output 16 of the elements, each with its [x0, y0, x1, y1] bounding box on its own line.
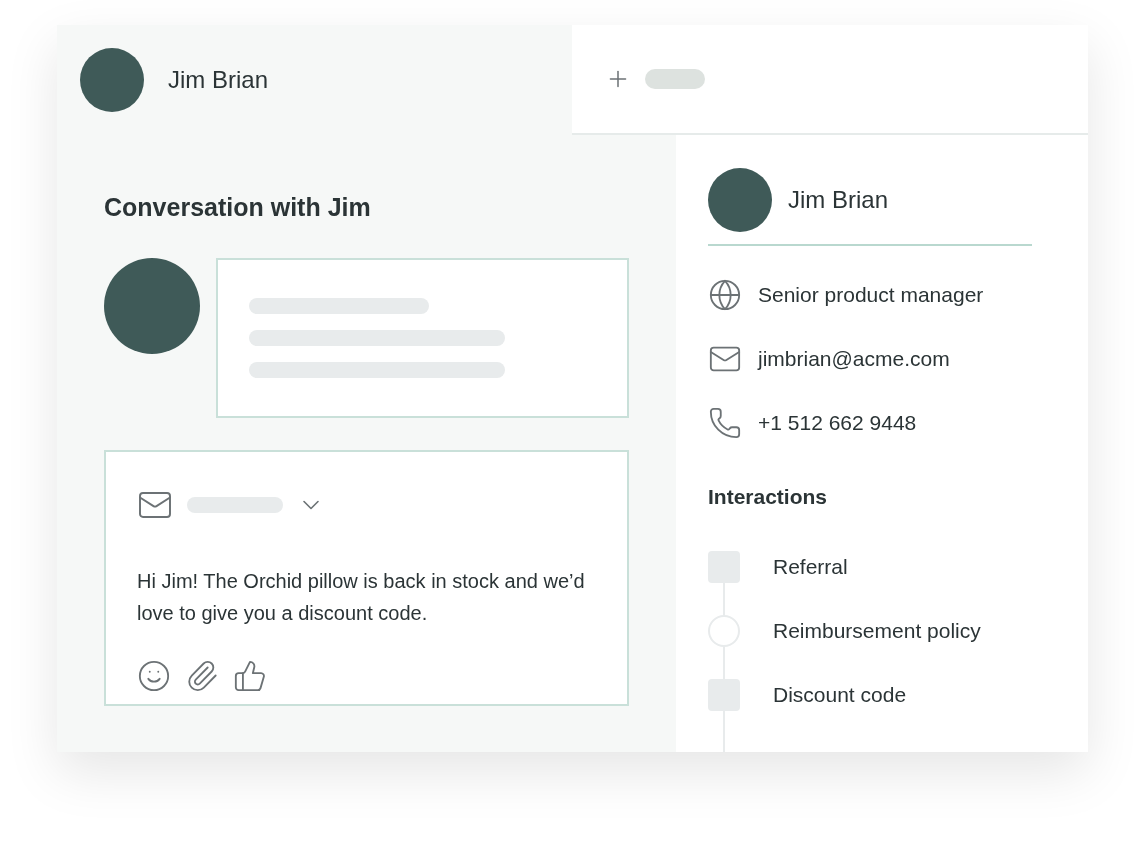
- conversation-title: Conversation with Jim: [104, 193, 372, 222]
- paperclip-icon[interactable]: [185, 659, 219, 693]
- interaction-label[interactable]: Referral: [773, 555, 848, 579]
- contact-detail: Senior product manager: [758, 283, 984, 307]
- thumbs-up-icon[interactable]: [233, 659, 267, 693]
- interactions-title: Interactions: [708, 485, 829, 509]
- contact-detail: +1 512 662 9448: [758, 411, 917, 435]
- interaction-label[interactable]: Discount code: [773, 683, 907, 707]
- interaction-label[interactable]: Reimbursement policy: [773, 619, 981, 643]
- contact-detail: jimbrian@acme.com: [758, 347, 950, 371]
- contact-name: Jim Brian: [168, 66, 269, 94]
- contact-name: Jim Brian: [788, 186, 889, 214]
- globe-icon: [708, 278, 742, 312]
- phone-icon: [708, 406, 742, 440]
- smiley-icon[interactable]: [137, 659, 171, 693]
- message-text: Hi Jim! The Orchid pillow is back in stock and we’d love to give you a discount code.: [137, 569, 586, 626]
